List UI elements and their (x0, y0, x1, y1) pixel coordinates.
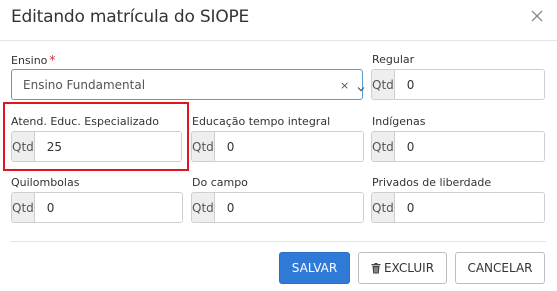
educacao-integral-input[interactable] (214, 132, 363, 161)
qtd-addon: Qtd (192, 193, 215, 222)
indigenas-input[interactable] (394, 132, 544, 161)
ensino-selected-value: Ensino Fundamental (23, 78, 146, 92)
qtd-addon: Qtd (372, 70, 395, 99)
atend-educ-input-group: Qtd (11, 131, 182, 162)
dialog-title: Editando matrícula do SIOPE (11, 7, 250, 27)
do-campo-input-group: Qtd (191, 192, 364, 223)
privados-input-group: Qtd (371, 192, 545, 223)
quilombolas-label: Quilombolas (11, 176, 80, 189)
delete-button[interactable]: EXCLUIR (358, 252, 447, 284)
atend-educ-label: Atend. Educ. Especializado (11, 115, 159, 128)
qtd-addon: Qtd (12, 132, 35, 161)
footer-divider (10, 241, 546, 242)
chevron-down-icon[interactable] (356, 79, 366, 92)
do-campo-label: Do campo (192, 176, 248, 189)
qtd-addon: Qtd (372, 132, 395, 161)
ensino-label-wrap: Ensino * (11, 53, 55, 67)
educacao-integral-label: Educação tempo integral (192, 115, 331, 128)
qtd-addon: Qtd (372, 193, 395, 222)
ensino-select[interactable]: Ensino Fundamental × (11, 69, 366, 100)
header-divider (0, 40, 557, 41)
privados-label: Privados de liberdade (372, 176, 492, 189)
privados-input[interactable] (394, 193, 544, 222)
regular-label: Regular (372, 53, 415, 66)
required-mark: * (49, 53, 56, 67)
regular-input[interactable] (394, 70, 544, 99)
indigenas-label: Indígenas (372, 115, 426, 128)
save-button[interactable]: SALVAR (279, 252, 350, 284)
indigenas-input-group: Qtd (371, 131, 545, 162)
qtd-addon: Qtd (192, 132, 215, 161)
quilombolas-input[interactable] (34, 193, 182, 222)
quilombolas-input-group: Qtd (11, 192, 183, 223)
delete-button-label: EXCLUIR (383, 261, 435, 275)
trash-icon (371, 262, 381, 273)
clear-icon[interactable]: × (340, 79, 349, 92)
educacao-integral-input-group: Qtd (191, 131, 364, 162)
regular-input-group: Qtd (371, 69, 545, 100)
cancel-button[interactable]: CANCELAR (455, 252, 545, 284)
save-button-label: SALVAR (291, 261, 338, 275)
cancel-button-label: CANCELAR (467, 261, 533, 275)
qtd-addon: Qtd (12, 193, 35, 222)
atend-educ-input[interactable] (34, 132, 181, 161)
ensino-label: Ensino (11, 54, 48, 67)
close-icon[interactable] (529, 8, 545, 24)
do-campo-input[interactable] (214, 193, 363, 222)
